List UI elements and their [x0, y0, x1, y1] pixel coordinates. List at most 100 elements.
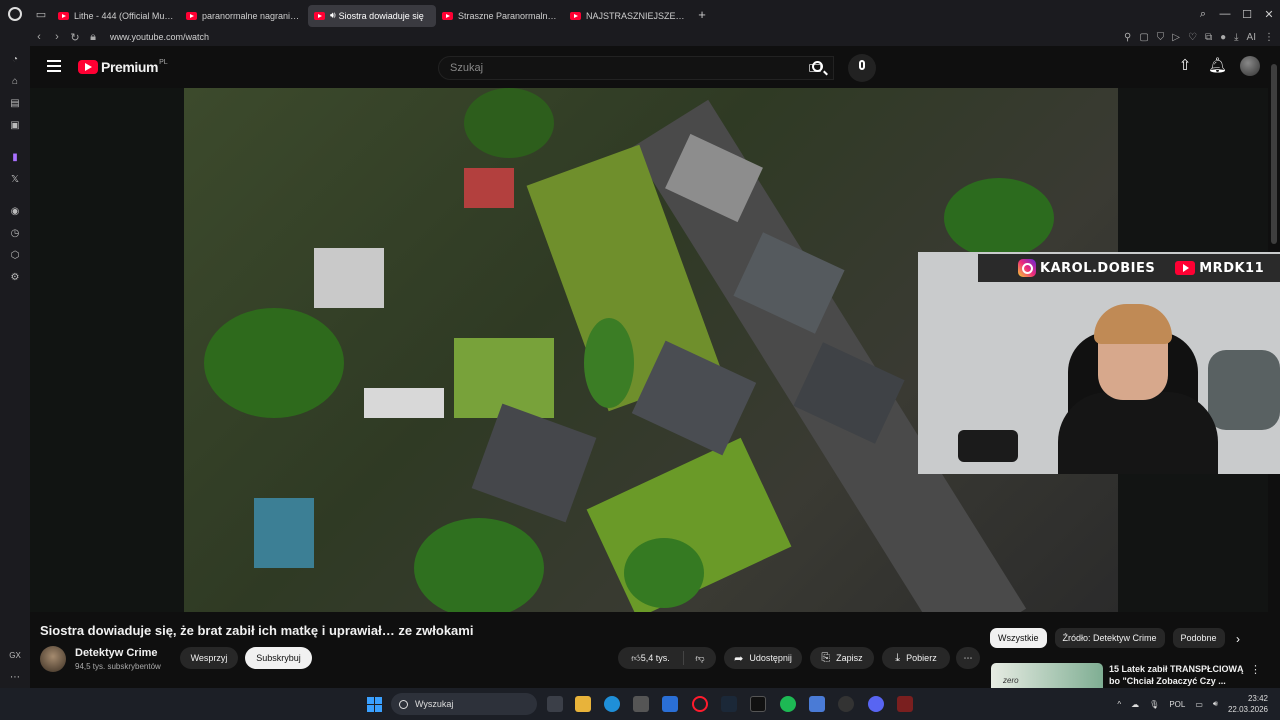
- app-icon-2[interactable]: [838, 696, 854, 712]
- notes-icon[interactable]: ▤: [9, 98, 21, 110]
- chip-source[interactable]: Źródło: Detektyw Crime: [1054, 628, 1165, 648]
- speed-dial-icon[interactable]: ◔: [9, 54, 21, 66]
- close-icon[interactable]: ✕: [1258, 8, 1280, 21]
- tab-label: Straszne Paranormalne N: [458, 10, 558, 21]
- chip-all[interactable]: Wszystkie: [990, 628, 1047, 648]
- clock[interactable]: 23:42 22.03.2026: [1228, 693, 1268, 715]
- taskbar-search[interactable]: Wyszukaj: [391, 693, 537, 715]
- screenshot-icon[interactable]: ▢: [1139, 32, 1148, 43]
- tab-3-active[interactable]: 🔊︎ Siostra dowiaduje się: [308, 4, 436, 27]
- puzzle-icon[interactable]: ⧉: [1205, 32, 1212, 43]
- extensions-icon[interactable]: ⬡: [9, 250, 21, 262]
- recommended-thumbnail[interactable]: zero: [991, 663, 1103, 688]
- search-button[interactable]: [802, 56, 836, 80]
- share-button[interactable]: ➦ Udostępnij: [724, 647, 802, 669]
- gx-label[interactable]: GX: [6, 650, 24, 662]
- profile-icon[interactable]: ●: [1220, 32, 1226, 43]
- url-field[interactable]: www.youtube.com/watch: [110, 32, 209, 42]
- tree: [204, 308, 344, 418]
- account-avatar[interactable]: [1240, 56, 1260, 76]
- maximize-icon[interactable]: ☐: [1236, 8, 1258, 21]
- windows-start-icon[interactable]: [367, 697, 382, 712]
- x-icon[interactable]: 𝕏: [9, 174, 21, 186]
- white-barn: [314, 248, 384, 308]
- hamburger-menu-icon[interactable]: [47, 60, 61, 72]
- store-icon[interactable]: [633, 696, 649, 712]
- browser-logo-icon[interactable]: [0, 0, 30, 28]
- recommended-title[interactable]: 15 Latek zabił TRANSPŁCIOWĄ bo "Chciał Z…: [1109, 663, 1244, 687]
- outlook-icon[interactable]: [662, 696, 678, 712]
- like-button[interactable]: 👍︎ 5,4 tys.: [618, 651, 684, 665]
- search-input[interactable]: [439, 57, 759, 79]
- heart-icon[interactable]: ♡: [1188, 32, 1197, 43]
- volume-icon[interactable]: 🔊︎: [1213, 699, 1218, 709]
- menu-icon[interactable]: ⋮: [1264, 32, 1274, 43]
- player-icon[interactable]: ◉: [9, 206, 21, 218]
- history-icon[interactable]: ◷: [9, 228, 21, 240]
- play-icon[interactable]: ▷: [1172, 32, 1180, 43]
- mic-tray-icon[interactable]: 🎙︎: [1149, 700, 1159, 709]
- bell-icon[interactable]: 🔔︎: [1208, 57, 1227, 75]
- download-button[interactable]: ⤓ Pobierz: [882, 647, 950, 669]
- channel-avatar[interactable]: [40, 646, 66, 672]
- tab-4[interactable]: Straszne Paranormalne N: [436, 5, 564, 27]
- app-icon[interactable]: [809, 696, 825, 712]
- steam-icon[interactable]: [721, 696, 737, 712]
- reload-icon[interactable]: ↻: [66, 31, 84, 44]
- more-dots-icon[interactable]: ⋯: [9, 672, 21, 684]
- tab-2[interactable]: paranormalne nagrania - Y: [180, 5, 308, 27]
- language-indicator[interactable]: POL: [1169, 700, 1185, 709]
- tree: [624, 538, 704, 608]
- download-icon[interactable]: ⤓: [1234, 32, 1238, 43]
- settings-gear-icon[interactable]: ⚙: [9, 272, 21, 284]
- tab-1[interactable]: Lithe - 444 (Official Music: [52, 5, 180, 27]
- chevron-up-icon[interactable]: ^: [1117, 700, 1121, 709]
- tab-5[interactable]: NAJSTRASZNIEJSZE Para: [564, 5, 692, 27]
- twitch-icon[interactable]: ▮: [9, 152, 21, 164]
- messenger-icon[interactable]: ▣: [9, 120, 21, 132]
- taskbar-search-label: Wyszukaj: [415, 699, 454, 709]
- logo-text: Premium: [101, 59, 159, 75]
- task-view-icon[interactable]: [547, 696, 563, 712]
- recommended-video[interactable]: zero 15 Latek zabił TRANSPŁCIOWĄ bo "Chc…: [991, 663, 1263, 688]
- opera-gx-icon[interactable]: [692, 696, 708, 712]
- cloud-icon[interactable]: ☁: [1131, 700, 1139, 709]
- chevron-right-icon[interactable]: ›: [1236, 632, 1240, 646]
- back-icon[interactable]: ‹: [30, 31, 48, 43]
- instagram-handle: KAROL.DOBIES: [1040, 260, 1156, 276]
- shield-icon[interactable]: ⛉: [1157, 32, 1165, 43]
- chip-similar[interactable]: Podobne: [1172, 628, 1225, 648]
- hoodie: [1058, 392, 1218, 474]
- search-tabs-icon[interactable]: ⌕: [1192, 8, 1214, 21]
- more-actions-button[interactable]: ⋯: [956, 647, 980, 669]
- subscribe-button[interactable]: Subskrybuj: [245, 647, 312, 669]
- ai-label[interactable]: AI: [1247, 32, 1256, 43]
- youtube-premium-logo[interactable]: Premium PL: [78, 59, 168, 75]
- minimize-icon[interactable]: —: [1214, 8, 1236, 20]
- edge-icon[interactable]: [604, 696, 620, 712]
- file-explorer-icon[interactable]: [575, 696, 591, 712]
- speaker-icon[interactable]: 🔊︎: [330, 10, 336, 21]
- youtube-favicon-icon: [314, 11, 325, 20]
- more-vertical-icon[interactable]: ⋮: [1250, 663, 1261, 676]
- pin-icon[interactable]: ⚲: [1124, 32, 1131, 43]
- forward-icon[interactable]: ›: [48, 31, 66, 43]
- spotify-icon[interactable]: [780, 696, 796, 712]
- support-button[interactable]: Wesprzyj: [180, 647, 238, 669]
- voice-search-button[interactable]: [848, 54, 876, 82]
- workspaces-icon[interactable]: ▭: [30, 0, 52, 28]
- tab-label: NAJSTRASZNIEJSZE Para: [586, 10, 686, 21]
- upload-icon[interactable]: ⇧: [1176, 57, 1194, 75]
- save-button[interactable]: ⎘ Zapisz: [810, 647, 874, 669]
- clock-time: 23:42: [1247, 694, 1268, 703]
- dislike-button[interactable]: 👎︎: [684, 653, 716, 664]
- scrollbar-thumb[interactable]: [1271, 64, 1277, 244]
- bag-icon[interactable]: ⌂: [9, 76, 21, 88]
- discord-icon[interactable]: [868, 696, 884, 712]
- new-tab-button[interactable]: +: [692, 7, 712, 22]
- shield-app-icon[interactable]: [897, 696, 913, 712]
- terminal-icon[interactable]: [750, 696, 766, 712]
- like-dislike-group: 👍︎ 5,4 tys. 👎︎: [618, 647, 716, 669]
- network-icon[interactable]: ▭: [1195, 700, 1203, 709]
- channel-name[interactable]: Detektyw Crime: [75, 647, 158, 659]
